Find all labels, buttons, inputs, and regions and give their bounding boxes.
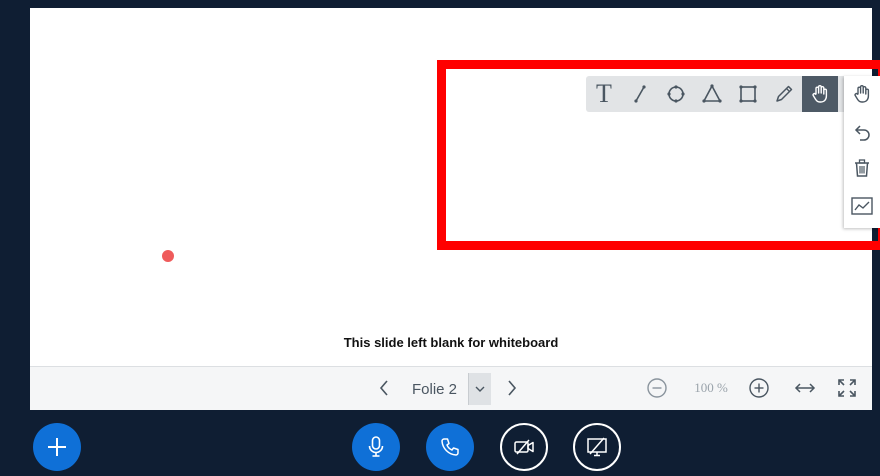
ellipse-tool-button[interactable] [658, 76, 694, 112]
trash-icon [855, 159, 869, 177]
plus-circle-icon [749, 378, 769, 398]
triangle-tool-button[interactable] [694, 76, 730, 112]
ellipse-icon [667, 85, 685, 103]
zoom-out-button[interactable] [646, 377, 668, 399]
zoom-level: 100 % [694, 380, 728, 395]
whiteboard-side-panel [844, 76, 880, 228]
slide-caption: This slide left blank for whiteboard [343, 335, 559, 350]
chevron-right-icon [508, 380, 517, 396]
fit-to-width-button[interactable] [792, 379, 818, 397]
multi-user-button[interactable] [844, 188, 880, 224]
text-icon: T [596, 79, 612, 108]
next-slide-button[interactable] [502, 377, 522, 399]
screenshare-off-icon [587, 437, 607, 457]
microphone-button[interactable] [352, 423, 400, 471]
plus-icon [48, 438, 66, 456]
rectangle-tool-button[interactable] [730, 76, 766, 112]
fullscreen-button[interactable] [836, 377, 858, 399]
presenter-cursor [162, 250, 174, 262]
phone-icon [441, 438, 459, 456]
pencil-icon [776, 85, 793, 102]
fullscreen-icon [838, 379, 856, 397]
slide-selector-label: Folie 2 [412, 381, 458, 398]
slide-selector[interactable]: Folie 2 [404, 373, 491, 405]
presentation-toolbar: Folie 2 100 % [30, 366, 872, 410]
microphone-icon [368, 436, 384, 457]
fit-width-arrows-icon [794, 383, 816, 393]
pan-menu-button[interactable] [844, 76, 880, 112]
previous-slide-button[interactable] [374, 377, 394, 399]
text-tool-button[interactable]: T [586, 76, 622, 112]
zoom-in-button[interactable] [748, 377, 770, 399]
phone-button[interactable] [426, 423, 474, 471]
hand-icon [812, 85, 828, 103]
triangle-icon [702, 84, 722, 103]
whiteboard-toolbar: T [586, 76, 850, 112]
chevron-down-icon [475, 386, 485, 392]
undo-icon [854, 125, 870, 141]
line-icon [634, 85, 646, 103]
video-off-icon [514, 439, 534, 455]
undo-button[interactable] [844, 114, 880, 150]
multi-user-chart-icon [851, 197, 873, 215]
minus-circle-icon [647, 378, 667, 398]
chevron-left-icon [379, 380, 388, 396]
video-toggle-button[interactable] [500, 423, 548, 471]
clear-all-button[interactable] [844, 150, 880, 186]
pencil-tool-button[interactable] [766, 76, 802, 112]
line-tool-button[interactable] [622, 76, 658, 112]
rectangle-icon [739, 85, 757, 103]
pan-tool-button[interactable] [802, 76, 838, 112]
actions-plus-button[interactable] [33, 423, 81, 471]
hand-icon [854, 85, 870, 103]
slide-selector-dropdown[interactable] [468, 373, 491, 405]
screenshare-toggle-button[interactable] [573, 423, 621, 471]
